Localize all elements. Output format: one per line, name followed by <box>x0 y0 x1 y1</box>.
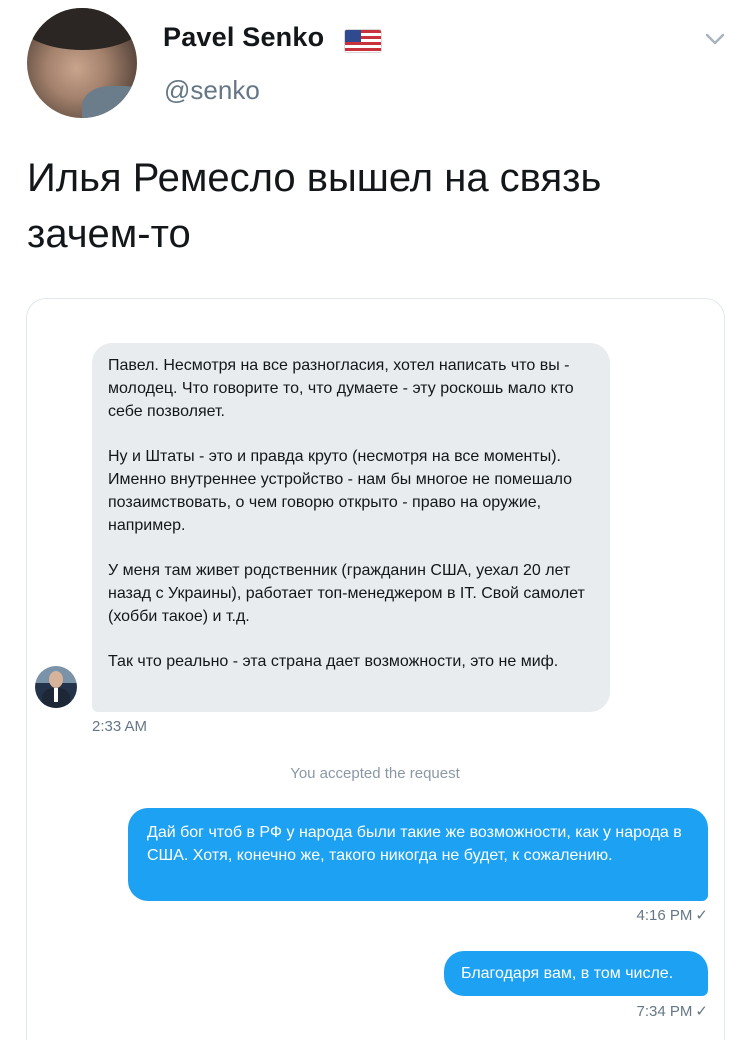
author-name[interactable]: Pavel Senko <box>163 22 324 53</box>
message-paragraph: Павел. Несмотря на все разногласия, хоте… <box>108 357 574 420</box>
time-label: 4:16 PM <box>636 907 693 924</box>
avatar-shirt <box>82 86 137 118</box>
message-paragraph: У меня там живет родственник (гражданин … <box>108 562 585 625</box>
flag-canton <box>345 30 361 42</box>
time-label: 7:34 PM <box>636 1003 693 1020</box>
outgoing-message-time: 7:34 PM ✓ <box>560 1002 708 1020</box>
author-avatar[interactable] <box>27 8 137 118</box>
us-flag-icon <box>344 29 382 53</box>
message-paragraph: Ну и Штаты - это и правда круто (несмотр… <box>108 448 572 534</box>
chevron-down-icon[interactable] <box>700 24 730 54</box>
tweet-page: Pavel Senko @senko Илья Ремесло вышел на… <box>0 0 750 1040</box>
read-check-icon: ✓ <box>695 1003 708 1020</box>
tweet-text: Илья Ремесло вышел на связь зачем-то <box>27 156 602 256</box>
message-paragraph: Так что реально - эта страна дает возмож… <box>108 653 559 671</box>
outgoing-message-bubble: Благодаря вам, в том числе. <box>444 951 708 996</box>
avatar-face <box>49 671 63 688</box>
read-check-icon: ✓ <box>695 907 708 924</box>
incoming-message-bubble: Павел. Несмотря на все разногласия, хоте… <box>92 343 610 712</box>
outgoing-message-time: 4:16 PM ✓ <box>560 906 708 924</box>
author-handle[interactable]: @senko <box>164 75 260 106</box>
avatar-hair <box>27 8 137 50</box>
avatar-tie <box>54 688 58 702</box>
incoming-message-time: 2:33 AM <box>92 718 148 735</box>
outgoing-message-bubble: Дай бог чтоб в РФ у народа были такие же… <box>128 808 708 901</box>
sender-avatar[interactable] <box>35 666 77 708</box>
request-accepted-note: You accepted the request <box>290 765 460 782</box>
